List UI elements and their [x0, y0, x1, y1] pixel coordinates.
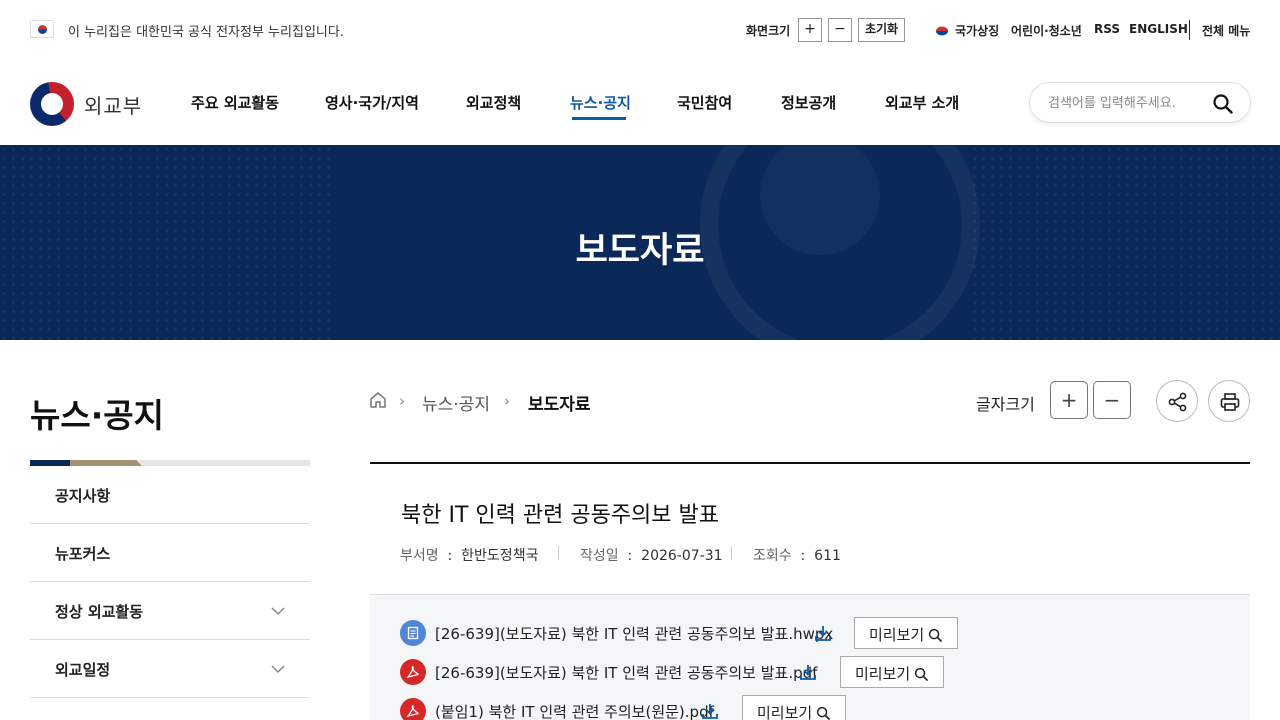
breadcrumb-chevron-icon: ›	[504, 392, 510, 410]
font-decrease-button[interactable]: −	[1093, 381, 1131, 419]
gnb-item-news[interactable]: 뉴스·공지	[570, 92, 631, 113]
chevron-down-icon	[271, 665, 285, 674]
meta-views-label: 조회수	[753, 548, 792, 564]
preview-button[interactable]: 미리보기	[854, 617, 959, 649]
chevron-down-icon	[271, 607, 285, 616]
gnb-item-about[interactable]: 외교부 소개	[885, 92, 959, 113]
top-utility-bar: 이 누리집은 대한민국 공식 전자정부 누리집입니다. 화면크기 + − 초기화…	[0, 0, 1280, 60]
share-icon	[1168, 392, 1187, 412]
meta-date-value: 2026-07-31	[641, 548, 723, 564]
meta-dept-label: 부서명	[400, 548, 439, 564]
meta-dept-value: 한반도정책국	[461, 548, 539, 564]
gnb-item-participation[interactable]: 국민참여	[677, 92, 732, 113]
english-link[interactable]: ENGLISH	[1129, 22, 1188, 36]
lnb-item-label: 뉴포커스	[55, 545, 111, 563]
pdf-file-icon	[400, 659, 426, 685]
font-size-label: 글자크기	[976, 395, 1035, 414]
gnb-active-indicator	[572, 117, 626, 120]
page-hero-banner: 보도자료	[0, 145, 1280, 340]
util-divider	[1189, 20, 1190, 40]
meta-department: 부서명 : 한반도정책국	[400, 548, 539, 564]
lnb-item-schedule[interactable]: 외교일정	[30, 640, 310, 698]
search-icon[interactable]	[1212, 93, 1234, 115]
attachment-download-link[interactable]: [26-639](보도자료) 북한 IT 인력 관련 공동주의보 발표.hwpx	[435, 623, 833, 644]
gov-flag-icon	[30, 20, 54, 38]
attachment-download-link[interactable]: (붙임1) 북한 IT 인력 관련 주의보(원문).pdf	[435, 701, 714, 720]
screen-size-label: 화면크기	[746, 24, 791, 38]
preview-button[interactable]: 미리보기	[840, 656, 945, 688]
gnb-item-policy[interactable]: 외교정책	[466, 92, 521, 113]
national-symbol-icon	[936, 26, 948, 36]
preview-button-label: 미리보기	[869, 626, 925, 644]
taeguk-logo-icon	[30, 82, 74, 126]
breadcrumb-news[interactable]: 뉴스·공지	[422, 390, 490, 415]
search-box	[1029, 82, 1251, 123]
lnb-item-notice[interactable]: 공지사항	[30, 466, 310, 524]
download-icon[interactable]	[799, 663, 817, 681]
meta-views-value: 611	[814, 548, 841, 564]
gnb-item-disclosure[interactable]: 정보공개	[781, 92, 836, 113]
gnb-item-consular[interactable]: 영사·국가/지역	[325, 92, 419, 113]
lnb-item-label: 정상 외교활동	[55, 603, 144, 621]
meta-divider	[558, 546, 559, 560]
magnifier-icon	[915, 667, 929, 682]
all-menu-button[interactable]: 전체 메뉴	[1202, 22, 1250, 39]
national-symbol-link[interactable]: 국가상징	[934, 22, 999, 39]
search-input[interactable]	[1048, 93, 1208, 113]
breadcrumb-chevron-icon: ›	[399, 392, 405, 410]
gnb-item-main-activities[interactable]: 주요 외교활동	[191, 92, 279, 113]
magnifier-icon	[929, 628, 943, 643]
meta-divider	[731, 546, 732, 560]
home-icon[interactable]	[368, 390, 388, 410]
logo-text: 외교부	[84, 94, 143, 118]
download-icon[interactable]	[814, 624, 832, 642]
lnb-item-newfocus[interactable]: 뉴포커스	[30, 524, 310, 582]
zoom-in-button[interactable]: +	[798, 18, 822, 42]
gov-notice[interactable]: 이 누리집은 대한민국 공식 전자정부 누리집입니다.	[68, 21, 344, 40]
attachment-download-link[interactable]: [26-639](보도자료) 북한 IT 인력 관련 공동주의보 발표.pdf	[435, 662, 817, 683]
post-title: 북한 IT 인력 관련 공동주의보 발표	[401, 503, 720, 528]
breadcrumb-current: 보도자료	[528, 395, 591, 415]
printer-icon	[1220, 393, 1240, 411]
plus-icon: +	[1060, 388, 1078, 412]
hero-title: 보도자료	[575, 231, 705, 271]
magnifier-icon	[817, 706, 831, 720]
lnb-item-label: 공지사항	[55, 487, 111, 505]
lnb-title: 뉴스·공지	[30, 396, 164, 435]
download-icon[interactable]	[701, 702, 719, 720]
zoom-out-button[interactable]: −	[828, 18, 852, 42]
rss-link[interactable]: RSS	[1094, 22, 1120, 36]
share-button[interactable]	[1156, 380, 1198, 422]
font-increase-button[interactable]: +	[1050, 381, 1088, 419]
content-top-divider	[370, 462, 1250, 464]
minus-icon: −	[1103, 388, 1121, 412]
meta-views: 조회수 : 611	[753, 548, 841, 564]
preview-button-label: 미리보기	[855, 665, 911, 683]
kids-link[interactable]: 어린이·청소년	[1011, 22, 1082, 39]
hwp-file-icon	[400, 620, 426, 646]
preview-button[interactable]: 미리보기	[742, 695, 847, 720]
pdf-file-icon	[400, 698, 426, 720]
preview-button-label: 미리보기	[757, 704, 813, 720]
meta-date-label: 작성일	[580, 548, 619, 564]
lnb-item-summit-diplomacy[interactable]: 정상 외교활동	[30, 582, 310, 640]
meta-date: 작성일 : 2026-07-31	[580, 548, 723, 564]
national-symbol-label: 국가상징	[955, 24, 1000, 38]
print-button[interactable]	[1208, 380, 1250, 422]
site-logo[interactable]: 외교부	[30, 81, 146, 127]
zoom-reset-button[interactable]: 초기화	[858, 18, 905, 42]
lnb-item-label: 외교일정	[55, 661, 111, 679]
